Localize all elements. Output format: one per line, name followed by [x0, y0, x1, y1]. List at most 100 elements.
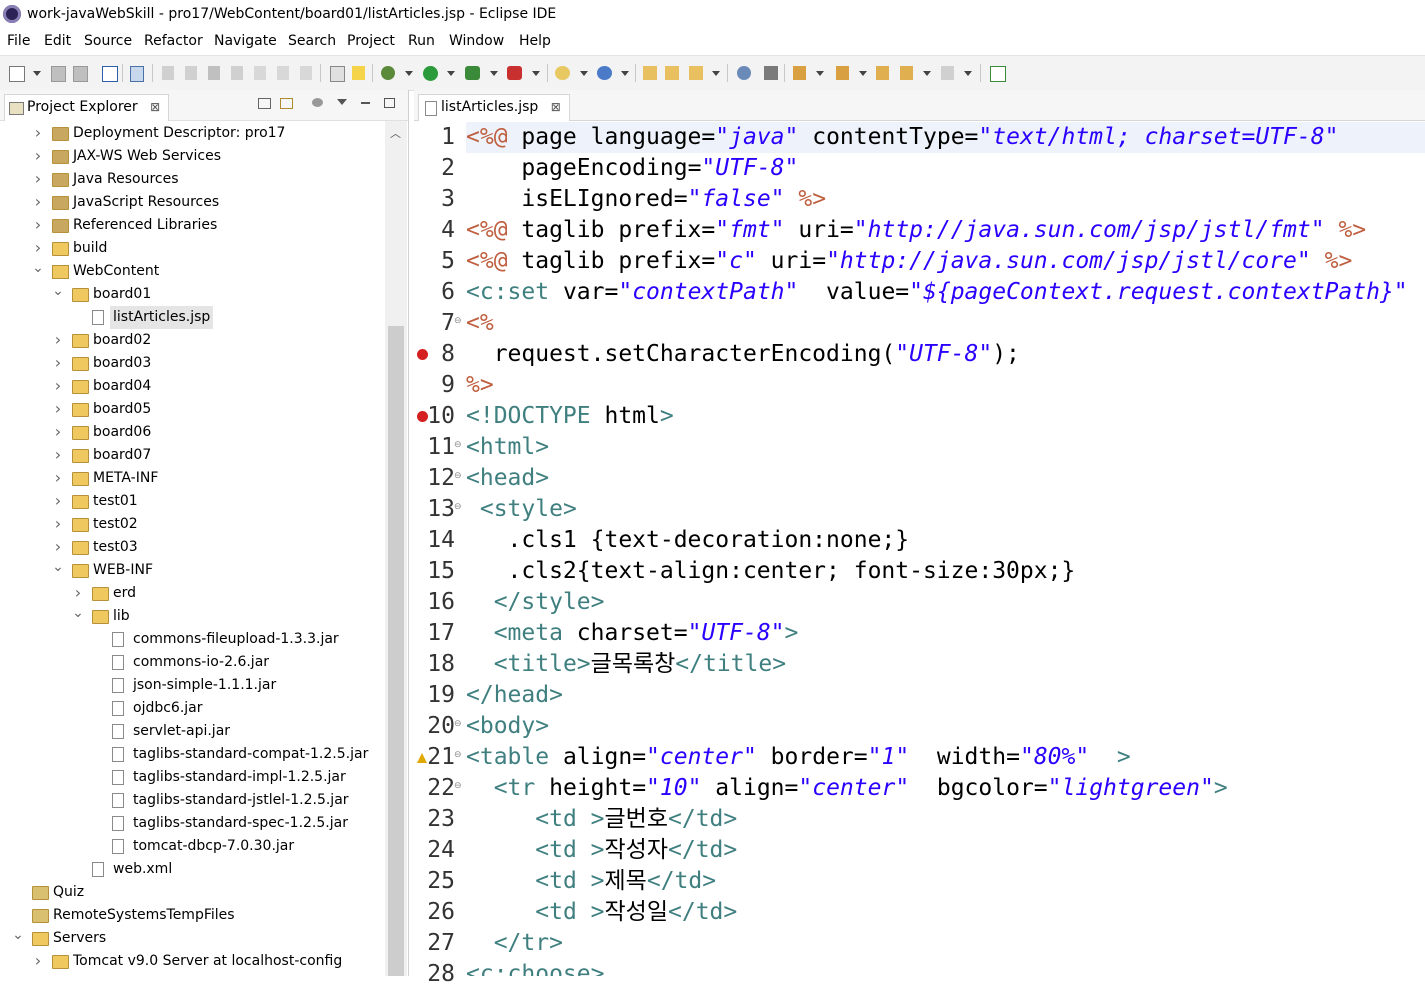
code-line[interactable]: <td >제목</td>	[466, 866, 716, 897]
menu-search[interactable]: Search	[288, 33, 336, 49]
debug-icon[interactable]	[381, 66, 395, 80]
fold-toggle-icon[interactable]: ⊖	[454, 750, 462, 760]
open-type-icon[interactable]	[643, 66, 657, 80]
collapse-arrow-icon[interactable]: ›	[52, 352, 64, 374]
disconnect-icon[interactable]	[231, 66, 243, 80]
debug-dropdown-icon[interactable]	[405, 71, 413, 76]
tree-item[interactable]: Quiz	[0, 881, 384, 904]
fold-toggle-icon[interactable]: ⊖	[454, 719, 462, 729]
tree-item[interactable]: ojdbc6.jar	[0, 697, 384, 720]
error-marker-icon[interactable]	[417, 349, 428, 360]
code-line[interactable]: <body>	[466, 711, 549, 742]
fold-toggle-icon[interactable]: ⊖	[454, 440, 462, 450]
last-edit-location-icon[interactable]	[876, 66, 889, 80]
save-icon[interactable]	[51, 66, 66, 82]
tree-item[interactable]: ⌄ WEB-INF	[0, 559, 384, 582]
run-dropdown-icon[interactable]	[447, 71, 455, 76]
tree-item[interactable]: › Referenced Libraries	[0, 214, 384, 237]
tree-item[interactable]: taglibs-standard-compat-1.2.5.jar	[0, 743, 384, 766]
suspend-icon[interactable]	[185, 66, 197, 80]
code-line[interactable]: <%	[466, 308, 494, 339]
step-into-icon[interactable]	[254, 66, 266, 80]
search-dropdown-icon[interactable]	[712, 71, 720, 76]
tree-item[interactable]: › Tomcat v9.0 Server at localhost-config	[0, 950, 384, 973]
new-class-dropdown-icon[interactable]	[621, 71, 629, 76]
collapse-arrow-icon[interactable]: ›	[52, 398, 64, 420]
close-icon[interactable]: ⊠	[551, 100, 561, 114]
code-line[interactable]: pageEncoding="UTF-8"	[466, 153, 798, 184]
code-line[interactable]: </style>	[466, 587, 605, 618]
fold-toggle-icon[interactable]: ⊖	[454, 471, 462, 481]
tree-item[interactable]: › build	[0, 237, 384, 260]
tree-item[interactable]: › test01	[0, 490, 384, 513]
toggle-mark-icon[interactable]	[330, 66, 345, 82]
code-line[interactable]: <meta charset="UTF-8">	[466, 618, 799, 649]
skip-breakpoints-icon[interactable]	[130, 66, 144, 82]
expand-arrow-icon[interactable]: ⌄	[32, 260, 44, 276]
explorer-scrollbar[interactable]: ︿	[385, 121, 407, 976]
warning-marker-icon[interactable]	[417, 753, 427, 763]
expand-arrow-icon[interactable]: ⌄	[52, 559, 64, 575]
code-line[interactable]: isELIgnored="false" %>	[466, 184, 826, 215]
tree-item[interactable]: commons-fileupload-1.3.3.jar	[0, 628, 384, 651]
expand-arrow-icon[interactable]: ⌄	[12, 927, 24, 943]
code-line[interactable]: <style>	[466, 494, 577, 525]
tree-item[interactable]: ⌄ board01	[0, 283, 384, 306]
tree-item[interactable]: › board02	[0, 329, 384, 352]
tree-item[interactable]: commons-io-2.6.jar	[0, 651, 384, 674]
run-icon[interactable]	[423, 66, 438, 81]
step-over-icon[interactable]	[277, 66, 289, 80]
collapse-arrow-icon[interactable]: ›	[32, 191, 44, 213]
tree-item[interactable]: taglibs-standard-jstlel-1.2.5.jar	[0, 789, 384, 812]
search-icon[interactable]	[689, 66, 703, 80]
new-java-project-dropdown-icon[interactable]	[580, 71, 588, 76]
new-class-icon[interactable]	[597, 66, 612, 80]
tree-item[interactable]: › board05	[0, 398, 384, 421]
collapse-arrow-icon[interactable]: ›	[52, 467, 64, 489]
fold-toggle-icon[interactable]: ⊖	[454, 502, 462, 512]
code-line[interactable]: <c:choose>	[466, 959, 604, 976]
tree-item[interactable]: › board07	[0, 444, 384, 467]
collapse-arrow-icon[interactable]: ›	[52, 421, 64, 443]
open-task-icon[interactable]	[665, 66, 679, 80]
tree-item[interactable]: listArticles.jsp	[0, 306, 384, 329]
code-line[interactable]: <td >작성자</td>	[466, 835, 737, 866]
back-icon[interactable]	[900, 66, 913, 80]
tree-item[interactable]: tomcat-dbcp-7.0.30.jar	[0, 835, 384, 858]
scroll-up-icon[interactable]: ︿	[390, 125, 401, 141]
tree-item[interactable]: web.xml	[0, 858, 384, 881]
code-line[interactable]: <title>글목록창</title>	[466, 649, 786, 680]
back-dropdown-icon[interactable]	[923, 71, 931, 76]
code-line[interactable]: </head>	[466, 680, 563, 711]
menu-refactor[interactable]: Refactor	[144, 33, 203, 49]
scrollbar-thumb[interactable]	[388, 326, 404, 976]
code-line[interactable]: </tr>	[466, 928, 563, 959]
next-annotation-dropdown-icon[interactable]	[816, 71, 824, 76]
project-explorer-tab[interactable]: Project Explorer ⊠	[4, 94, 170, 121]
new-icon[interactable]	[9, 66, 25, 82]
link-with-editor-icon[interactable]	[280, 98, 293, 109]
menu-edit[interactable]: Edit	[44, 33, 71, 49]
step-return-icon[interactable]	[300, 66, 312, 80]
tree-item[interactable]: ⌄ WebContent	[0, 260, 384, 283]
external-tools-icon[interactable]	[507, 66, 522, 80]
collapse-arrow-icon[interactable]: ›	[72, 582, 84, 604]
code-line[interactable]: <head>	[466, 463, 549, 494]
expand-arrow-icon[interactable]: ⌄	[72, 605, 84, 621]
collapse-arrow-icon[interactable]: ›	[32, 122, 44, 144]
collapse-arrow-icon[interactable]: ›	[32, 168, 44, 190]
collapse-arrow-icon[interactable]: ›	[32, 237, 44, 259]
code-line[interactable]: <c:set var="contextPath" value="${pageCo…	[466, 277, 1425, 308]
menu-window[interactable]: Window	[449, 33, 504, 49]
code-line[interactable]: <%@ taglib prefix="fmt" uri="http://java…	[466, 215, 1366, 246]
filters-icon[interactable]	[312, 98, 323, 107]
menu-help[interactable]: Help	[519, 33, 551, 49]
tree-item[interactable]: taglibs-standard-spec-1.2.5.jar	[0, 812, 384, 835]
close-icon[interactable]: ⊠	[150, 100, 160, 114]
collapse-arrow-icon[interactable]: ›	[52, 536, 64, 558]
forward-dropdown-icon[interactable]	[964, 71, 972, 76]
collapse-arrow-icon[interactable]: ›	[52, 444, 64, 466]
tree-item[interactable]: › Java Resources	[0, 168, 384, 191]
expand-arrow-icon[interactable]: ⌄	[52, 283, 64, 299]
collapse-arrow-icon[interactable]: ›	[52, 375, 64, 397]
